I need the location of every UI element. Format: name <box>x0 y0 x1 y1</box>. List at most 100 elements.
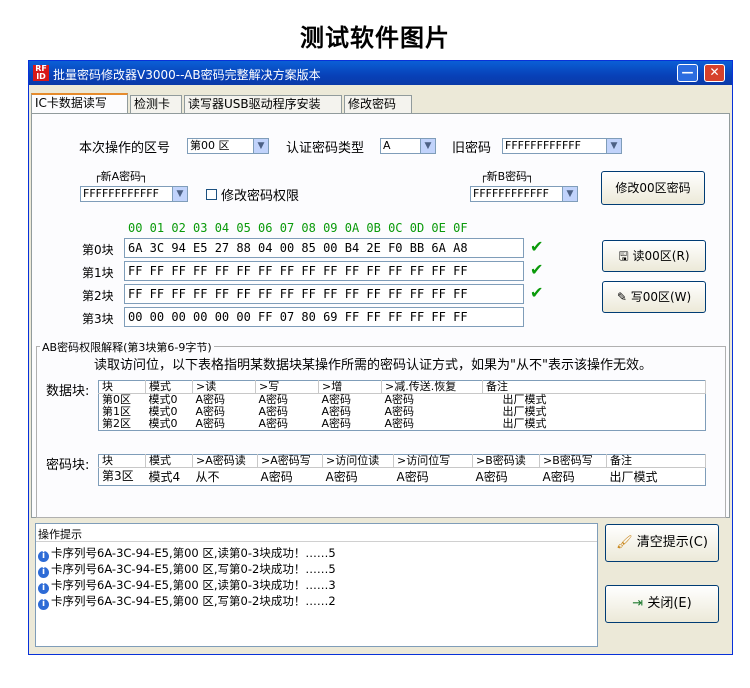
check-icon: ✔ <box>530 237 544 256</box>
exit-label: 关闭(E) <box>647 596 692 611</box>
new-a-password-label: ┌新A密码┐ <box>92 168 150 184</box>
tab-ic-card-rw[interactable]: IC卡数据读写 <box>31 93 128 113</box>
auth-type-value: A <box>383 139 391 152</box>
column-header[interactable]: >A密码读 <box>192 454 258 468</box>
column-header[interactable]: 备注 <box>482 380 706 394</box>
app-window: RF ID 批量密码修改器V3000--AB密码完整解决方案版本 — ✕ IC卡… <box>28 60 733 655</box>
tab-panel: 本次操作的区号 第00 区 ▼ 认证密码类型 A ▼ 旧密码 FFFFFFFFF… <box>31 113 730 518</box>
table-cell: A密码 <box>396 469 429 484</box>
auth-type-label: 认证密码类型 <box>286 141 365 156</box>
new-b-password-select[interactable]: FFFFFFFFFFFF ▼ <box>470 186 578 202</box>
auth-type-select[interactable]: A ▼ <box>380 138 436 154</box>
block-0-data[interactable]: 6A 3C 94 E5 27 88 04 00 85 00 B4 2E F0 B… <box>124 238 524 258</box>
key-block-label: 密码块: <box>46 458 90 473</box>
table-header-row: 块 模式 >读 >写 >增 >减.传送.恢复 备注 <box>98 380 706 394</box>
new-a-password-select[interactable]: FFFFFFFFFFFF ▼ <box>80 186 188 202</box>
table-cell: 出厂模式 <box>502 417 547 430</box>
chevron-down-icon: ▼ <box>562 187 577 201</box>
clear-log-label: 清空提示(C) <box>636 535 708 550</box>
ab-permissions-title: AB密码权限解释(第3块第6-9字节) <box>40 339 214 355</box>
sector-select[interactable]: 第00 区 ▼ <box>187 138 269 154</box>
check-icon: ✔ <box>530 260 544 279</box>
block-1-data[interactable]: FF FF FF FF FF FF FF FF FF FF FF FF FF F… <box>124 261 524 281</box>
column-header[interactable]: >访问位读 <box>322 454 394 468</box>
log-entry: i 卡序列号6A-3C-94-E5,第00 区,读第0-3块成功！……3 <box>38 577 336 594</box>
column-header[interactable]: >减.传送.恢复 <box>381 380 483 394</box>
old-password-value: FFFFFFFFFFFF <box>505 139 581 152</box>
block-2-label: 第2块 <box>82 289 114 303</box>
new-a-password-value: FFFFFFFFFFFF <box>83 187 159 200</box>
table-cell: 第2区 <box>102 417 131 430</box>
block-1-label: 第1块 <box>82 266 114 280</box>
exit-door-icon: ⇥ <box>632 596 648 611</box>
table-cell: 模式4 <box>148 469 181 484</box>
table-cell: 第3区 <box>102 469 134 483</box>
column-header[interactable]: 模式 <box>145 380 193 394</box>
read-sector-label: 读00区(R) <box>632 249 690 263</box>
minimize-button[interactable]: — <box>677 64 698 82</box>
window-title: 批量密码修改器V3000--AB密码完整解决方案版本 <box>53 68 321 82</box>
column-header[interactable]: >读 <box>192 380 256 394</box>
chevron-down-icon: ▼ <box>420 139 435 153</box>
column-header[interactable]: 块 <box>98 380 146 394</box>
broom-icon: 🖌 <box>616 535 637 550</box>
table-cell: 从不 <box>195 469 220 484</box>
tab-check-card[interactable]: 检测卡 <box>130 95 182 113</box>
modify-password-button[interactable]: 修改00区密码 <box>601 171 705 205</box>
key-block-table: 块 模式 >A密码读 >A密码写 >访问位读 >访问位写 >B密码读 >B密码写… <box>98 454 706 486</box>
hex-column-header: 00 01 02 03 04 05 06 07 08 09 0A 0B 0C 0… <box>128 221 468 235</box>
modify-rights-checkbox[interactable] <box>206 189 217 200</box>
page-title: 测试软件图片 <box>300 24 450 52</box>
column-header[interactable]: >B密码读 <box>472 454 540 468</box>
table-cell: 出厂模式 <box>609 469 658 484</box>
tab-change-password[interactable]: 修改密码 <box>344 95 412 113</box>
chevron-down-icon: ▼ <box>606 139 621 153</box>
column-header[interactable]: 块 <box>98 454 146 468</box>
column-header[interactable]: >增 <box>318 380 382 394</box>
close-window-button[interactable]: ✕ <box>704 64 725 82</box>
column-header[interactable]: >B密码写 <box>539 454 607 468</box>
new-b-password-label: ┌新B密码┐ <box>478 168 536 184</box>
write-sector-button[interactable]: ✎ 写00区(W) <box>602 281 706 313</box>
log-entry: i 卡序列号6A-3C-94-E5,第00 区,写第0-2块成功！……5 <box>38 561 336 578</box>
new-b-password-value: FFFFFFFFFFFF <box>473 187 549 200</box>
old-password-label: 旧密码 <box>452 141 492 156</box>
exit-button[interactable]: ⇥ 关闭(E) <box>605 585 719 623</box>
tab-usb-driver[interactable]: 读写器USB驱动程序安装 <box>184 95 342 113</box>
block-0-label: 第0块 <box>82 243 114 257</box>
ab-description: 读取访问位，以下表格指明某数据块某操作所需的密码认证方式，如果为"从不"表示该操… <box>94 358 652 373</box>
table-row[interactable]: 第2区 模式0 A密码 A密码 A密码 A密码 出厂模式 <box>99 418 706 431</box>
log-title: 操作提示 <box>38 528 82 541</box>
column-header[interactable]: >A密码写 <box>257 454 323 468</box>
log-entry: i 卡序列号6A-3C-94-E5,第00 区,读第0-3块成功！……5 <box>38 545 336 562</box>
log-divider <box>36 541 597 542</box>
table-cell: 模式0 <box>148 417 178 430</box>
modify-rights-label: 修改密码权限 <box>221 189 300 204</box>
table-row[interactable]: 第3区 模式4 从不 A密码 A密码 A密码 A密码 A密码 出厂模式 <box>99 468 706 486</box>
check-icon: ✔ <box>530 283 544 302</box>
column-header[interactable]: 备注 <box>606 454 706 468</box>
table-cell: A密码 <box>384 417 415 430</box>
old-password-select[interactable]: FFFFFFFFFFFF ▼ <box>502 138 622 154</box>
read-sector-button[interactable]: 🖫 读00区(R) <box>602 240 706 272</box>
table-cell: A密码 <box>195 417 226 430</box>
column-header[interactable]: 模式 <box>145 454 193 468</box>
column-header[interactable]: >写 <box>255 380 319 394</box>
chevron-down-icon: ▼ <box>253 139 268 153</box>
table-cell: A密码 <box>542 469 575 484</box>
block-3-label: 第3块 <box>82 312 114 326</box>
operation-log[interactable]: 操作提示 i 卡序列号6A-3C-94-E5,第00 区,读第0-3块成功！……5… <box>35 523 598 647</box>
table-cell: A密码 <box>475 469 508 484</box>
log-entry: i 卡序列号6A-3C-94-E5,第00 区,写第0-2块成功！……2 <box>38 593 336 610</box>
table-cell: A密码 <box>321 417 352 430</box>
sector-value: 第00 区 <box>190 139 230 152</box>
title-bar[interactable]: RF ID 批量密码修改器V3000--AB密码完整解决方案版本 — ✕ <box>29 61 732 85</box>
write-pen-icon: ✎ <box>616 290 631 304</box>
clear-log-button[interactable]: 🖌 清空提示(C) <box>605 524 719 562</box>
block-2-data[interactable]: FF FF FF FF FF FF FF FF FF FF FF FF FF F… <box>124 284 524 304</box>
table-cell: A密码 <box>325 469 358 484</box>
app-logo-icon: RF ID <box>33 65 49 81</box>
column-header[interactable]: >访问位写 <box>393 454 473 468</box>
write-sector-label: 写00区(W) <box>630 290 692 304</box>
block-3-data[interactable]: 00 00 00 00 00 00 FF 07 80 69 FF FF FF F… <box>124 307 524 327</box>
